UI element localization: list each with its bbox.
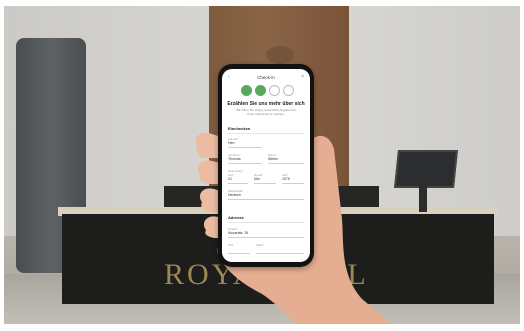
kiosk-stand: [419, 184, 427, 212]
photo-scene: ROYA EL ‹ Check-in × Erzählen Sie uns me…: [4, 6, 520, 324]
firstname-field[interactable]: Thomas: [228, 156, 262, 164]
birth-year-select[interactable]: 1975: [282, 176, 304, 184]
section-title-checkin: Einchecken: [228, 126, 251, 131]
phone-screen: ‹ Check-in × Erzählen Sie uns mehr über …: [222, 69, 310, 262]
street-field[interactable]: Mozartstr. 26: [228, 230, 304, 238]
form-heading: Erzählen Sie uns mehr über sich: [227, 101, 305, 107]
nationality-select[interactable]: Deutsch: [228, 192, 304, 200]
smartphone: ‹ Check-in × Erzählen Sie uns mehr über …: [218, 64, 314, 267]
form-subtitle: Wir bitten Sie einige persönliche Angabe…: [236, 108, 296, 116]
birth-day-select[interactable]: 01: [228, 176, 248, 184]
section-divider: [228, 222, 304, 223]
birth-month-select[interactable]: Mai: [254, 176, 276, 184]
step-indicator: [269, 85, 280, 96]
kiosk-screen: [394, 150, 458, 188]
zip-field[interactable]: [228, 246, 250, 254]
step-indicator: [283, 85, 294, 96]
salutation-select[interactable]: Herr: [228, 140, 262, 148]
lastname-field[interactable]: Weber: [268, 156, 304, 164]
step-indicator: [255, 85, 266, 96]
close-icon[interactable]: ×: [301, 74, 304, 80]
step-indicator: [241, 85, 252, 96]
wall-emblem: [266, 46, 294, 64]
section-divider: [228, 133, 304, 134]
section-title-address: Adresse: [228, 215, 244, 220]
progress-steps: [241, 85, 294, 96]
app-title: Check-in: [257, 75, 275, 80]
city-field[interactable]: [256, 246, 304, 254]
